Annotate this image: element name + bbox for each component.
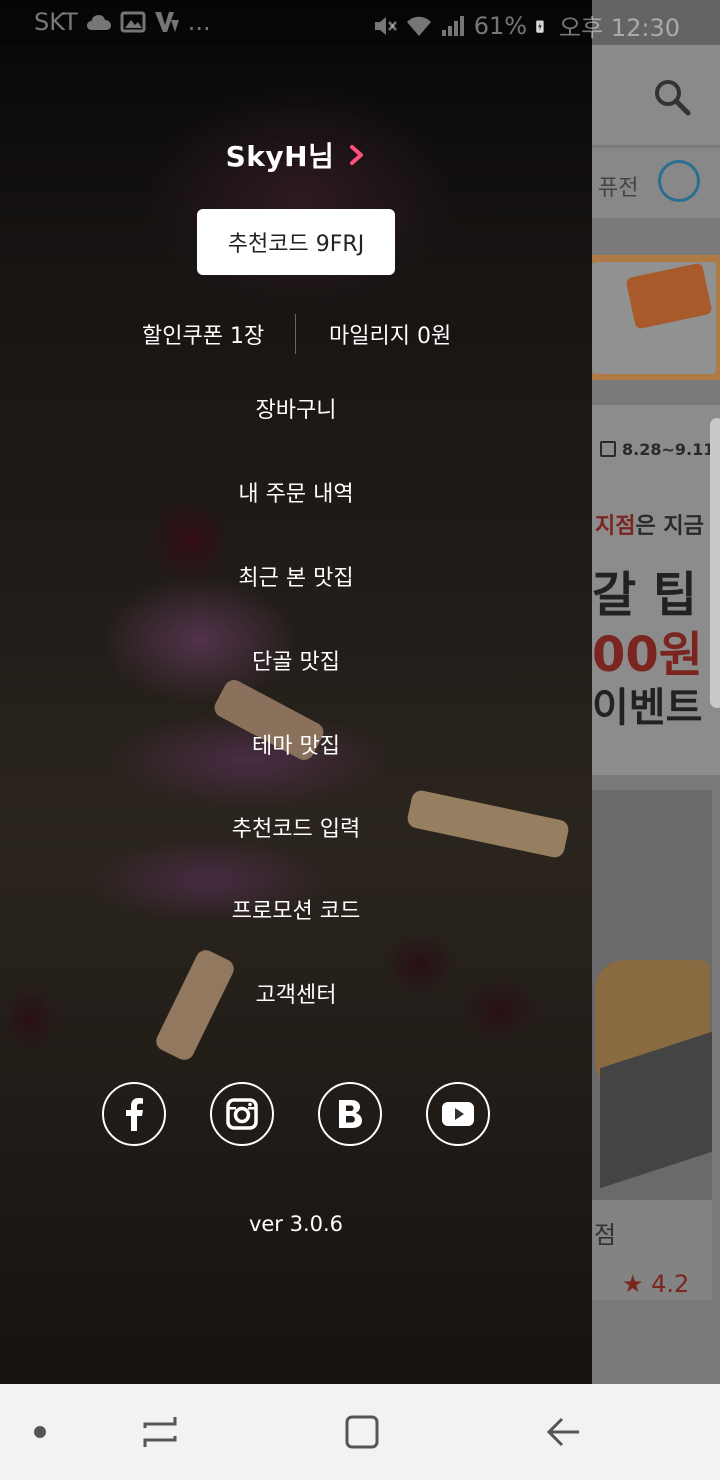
scroll-handle[interactable]	[710, 418, 720, 708]
nav-dot-button[interactable]	[16, 1408, 64, 1456]
more-notifications: ...	[187, 8, 211, 36]
instagram-icon	[226, 1098, 258, 1130]
instagram-button[interactable]	[210, 1082, 274, 1146]
status-right: 61% 오후 12:30	[372, 8, 680, 43]
facebook-icon	[126, 1098, 143, 1131]
nav-recents-button[interactable]	[136, 1408, 184, 1456]
battery-charging-icon	[536, 19, 544, 33]
signal-icon	[441, 15, 464, 36]
background-bottom	[592, 1300, 720, 1384]
nav-home-button[interactable]	[338, 1408, 386, 1456]
status-bar: SKT ... 61% 오후 12:30	[0, 0, 720, 45]
home-icon	[345, 1415, 379, 1449]
blog-icon	[339, 1100, 362, 1128]
event-subtitle-rest: 은 지금	[635, 514, 704, 539]
menu-item-customer-center[interactable]: 고객센터	[96, 963, 496, 1023]
menu-item-cart[interactable]: 장바구니	[96, 378, 496, 438]
v3-app-icon	[154, 12, 179, 32]
system-nav-bar	[0, 1384, 720, 1480]
event-date: 8.28~9.11	[622, 440, 715, 459]
mute-icon	[374, 16, 397, 35]
youtube-icon	[442, 1102, 474, 1126]
battery-percent: 61%	[473, 11, 528, 40]
tab-fusion[interactable]: 퓨전	[598, 170, 638, 202]
search-icon[interactable]	[652, 77, 692, 117]
back-arrow-icon	[546, 1417, 579, 1447]
social-links	[102, 1082, 492, 1146]
drawer-overlay	[0, 0, 592, 1384]
calendar-icon	[600, 441, 616, 457]
referral-code-button[interactable]: 추천코드 9FRJ	[197, 209, 395, 275]
chevron-right-icon	[350, 145, 364, 165]
facebook-button[interactable]	[102, 1082, 166, 1146]
event-headline-3: 이벤트	[592, 685, 703, 731]
menu-item-recently-viewed[interactable]: 최근 본 맛집	[96, 546, 496, 606]
blog-button[interactable]	[318, 1082, 382, 1146]
youtube-button[interactable]	[426, 1082, 490, 1146]
restaurant-rating: ★ 4.2	[622, 1270, 690, 1298]
image-icon	[120, 11, 146, 33]
event-subtitle-accent: 지점	[595, 514, 636, 539]
clock: 오후 12:30	[559, 14, 680, 42]
user-name: SkyH님	[225, 140, 335, 173]
dot-icon	[34, 1426, 46, 1438]
event-subtitle: 지점은 지금	[595, 508, 704, 540]
status-left: SKT ...	[34, 8, 211, 36]
wifi-icon	[406, 16, 431, 36]
menu-item-favorites[interactable]: 단골 맛집	[96, 630, 496, 690]
carrier-label: SKT	[34, 8, 78, 36]
recents-icon	[143, 1417, 177, 1447]
nav-back-button[interactable]	[540, 1408, 588, 1456]
user-profile-link[interactable]: SkyH님	[0, 130, 592, 180]
coupon-count[interactable]: 할인쿠폰 1장	[142, 318, 264, 350]
filter-icon[interactable]	[658, 160, 700, 202]
menu-item-promo-code[interactable]: 프로모션 코드	[96, 879, 496, 939]
navigation-drawer: SkyH님 추천코드 9FRJ 할인쿠폰 1장 마일리지 0원 장바구니 내 주…	[0, 0, 592, 1384]
cloud-icon	[86, 15, 111, 30]
stats-divider	[295, 314, 296, 354]
menu-item-order-history[interactable]: 내 주문 내역	[96, 462, 496, 522]
mileage-balance[interactable]: 마일리지 0원	[329, 318, 451, 350]
restaurant-name: 점	[594, 1221, 617, 1249]
menu-item-theme[interactable]: 테마 맛집	[96, 714, 496, 774]
app-version: ver 3.0.6	[248, 1212, 344, 1236]
menu-item-enter-referral[interactable]: 추천코드 입력	[96, 797, 496, 857]
user-stats: 할인쿠폰 1장 마일리지 0원	[0, 310, 592, 356]
